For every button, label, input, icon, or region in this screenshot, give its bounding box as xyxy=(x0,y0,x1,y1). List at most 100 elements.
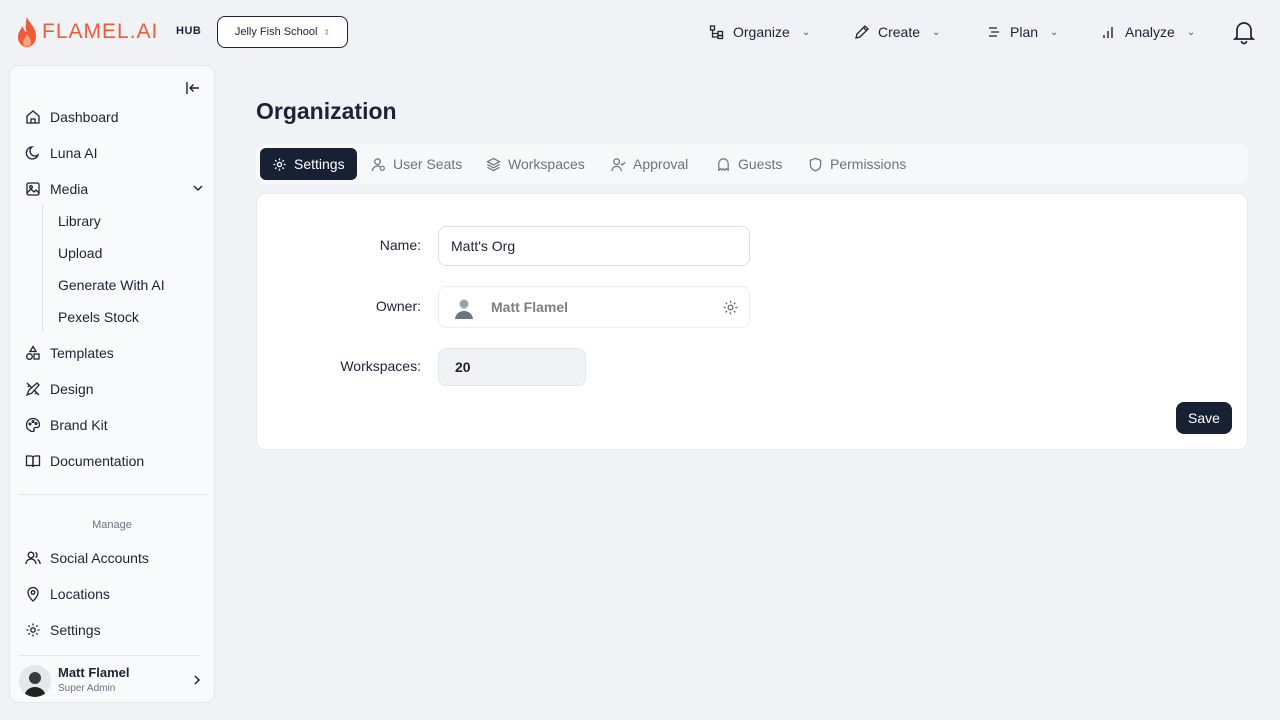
sidebar-item-label: Brand Kit xyxy=(50,417,108,433)
tab-approval[interactable]: Approval xyxy=(599,148,700,180)
save-button[interactable]: Save xyxy=(1176,402,1232,434)
sidebar-item-label: Dashboard xyxy=(50,109,119,125)
sidebar-item-locations[interactable]: Locations xyxy=(25,582,205,606)
page-title: Organization xyxy=(256,98,397,124)
name-label: Name: xyxy=(379,237,421,253)
user-profile[interactable]: Matt Flamel Super Admin xyxy=(19,664,205,698)
chevron-down-icon: ⌄ xyxy=(1050,26,1059,38)
sidebar-item-luna-ai[interactable]: Luna AI xyxy=(25,141,205,165)
sidebar-divider xyxy=(18,494,208,495)
shield-icon xyxy=(809,157,822,172)
tab-bar: Settings User Seats Workspaces Approval … xyxy=(256,144,1248,184)
avatar xyxy=(455,299,473,319)
workspaces-field: 20 xyxy=(438,348,586,386)
sidebar-item-design[interactable]: Design xyxy=(25,377,205,401)
ghost-icon xyxy=(718,157,729,171)
book-icon xyxy=(25,455,41,468)
topnav-analyze[interactable]: Analyze ⌄ xyxy=(1101,0,1195,64)
topnav-create-label: Create xyxy=(878,24,921,40)
tab-label: Permissions xyxy=(830,156,907,172)
tab-label: Guests xyxy=(738,156,783,172)
gear-icon xyxy=(26,623,40,637)
chevron-down-icon: ⌄ xyxy=(932,26,941,38)
sidebar-item-media[interactable]: Media xyxy=(25,177,205,201)
chevron-down-icon[interactable] xyxy=(191,181,205,195)
map-pin-icon xyxy=(27,586,39,602)
tab-workspaces[interactable]: Workspaces xyxy=(474,148,597,180)
sidebar-item-social-accounts[interactable]: Social Accounts xyxy=(25,546,205,570)
topnav-plan-label: Plan xyxy=(1010,24,1039,40)
tab-label: Approval xyxy=(633,156,689,172)
topnav-plan[interactable]: Plan ⌄ xyxy=(986,0,1058,64)
user-divider xyxy=(18,655,200,656)
tab-label: Workspaces xyxy=(508,156,585,172)
sidebar-item-label: Design xyxy=(50,381,94,397)
topnav-organize-label: Organize xyxy=(733,24,790,40)
logo-text: FLAMEL.AI xyxy=(42,20,159,43)
submenu-line xyxy=(42,204,43,332)
sidebar-item-settings[interactable]: Settings xyxy=(25,618,205,642)
settings-card: Name: Owner: Matt Flamel Workspaces: 20 … xyxy=(256,193,1248,450)
top-bar: FLAMEL.AI HUB Jelly Fish School ⇕ Organi… xyxy=(0,0,1280,64)
tab-guests[interactable]: Guests xyxy=(704,148,794,180)
owner-field[interactable]: Matt Flamel xyxy=(438,286,750,328)
sidebar-item-label: Media xyxy=(50,181,89,197)
tab-label: Settings xyxy=(294,156,345,172)
name-input[interactable] xyxy=(438,226,750,266)
topnav-create[interactable]: Create ⌄ xyxy=(854,0,940,64)
tab-permissions[interactable]: Permissions xyxy=(796,148,918,180)
users-icon xyxy=(25,551,41,565)
moon-icon xyxy=(25,146,40,160)
updown-icon: ⇕ xyxy=(323,27,331,37)
home-icon xyxy=(26,110,40,124)
palette-icon xyxy=(25,417,41,433)
sidebar-sub-upload[interactable]: Upload xyxy=(58,243,102,263)
workspaces-label: Workspaces: xyxy=(340,358,421,374)
user-check-icon xyxy=(611,157,626,171)
collapse-sidebar-icon[interactable] xyxy=(184,79,202,97)
user-name: Matt Flamel xyxy=(58,665,130,680)
sidebar: Dashboard Luna AI Media Library Upload G… xyxy=(9,65,215,703)
sidebar-item-templates[interactable]: Templates xyxy=(25,341,205,365)
sidebar-sub-generate-with-ai[interactable]: Generate With AI xyxy=(58,275,165,295)
chevron-down-icon: ⌄ xyxy=(1186,26,1196,38)
gear-icon xyxy=(273,157,286,171)
tab-settings[interactable]: Settings xyxy=(260,148,357,180)
design-icon xyxy=(25,382,40,397)
sidebar-item-label: Luna AI xyxy=(50,145,98,161)
layers-icon xyxy=(486,157,501,171)
sidebar-item-dashboard[interactable]: Dashboard xyxy=(25,105,205,129)
owner-label: Owner: xyxy=(375,298,421,314)
manage-heading: Manage xyxy=(92,519,132,531)
shapes-icon xyxy=(26,345,40,360)
chevron-down-icon: ⌄ xyxy=(801,26,811,38)
sidebar-item-label: Social Accounts xyxy=(50,550,149,566)
sidebar-item-label: Documentation xyxy=(50,453,145,469)
owner-name: Matt Flamel xyxy=(491,299,569,315)
tab-label: User Seats xyxy=(393,156,463,172)
pen-icon xyxy=(855,25,869,39)
logo[interactable]: FLAMEL.AI xyxy=(16,16,158,48)
flame-icon xyxy=(18,17,36,47)
chevron-right-icon xyxy=(194,675,201,685)
topnav-organize[interactable]: Organize ⌄ xyxy=(709,0,810,64)
bell-icon[interactable] xyxy=(1232,19,1256,45)
sidebar-item-brand-kit[interactable]: Brand Kit xyxy=(25,413,205,437)
plan-icon xyxy=(989,27,999,37)
organization-select-value: Jelly Fish School xyxy=(234,26,318,38)
user-icon xyxy=(371,157,385,171)
bar-chart-icon xyxy=(1103,27,1113,38)
sidebar-item-label: Locations xyxy=(50,586,110,602)
organize-icon xyxy=(709,25,724,40)
sidebar-item-documentation[interactable]: Documentation xyxy=(25,449,205,473)
sidebar-sub-pexels-stock[interactable]: Pexels Stock xyxy=(58,307,139,327)
gear-icon[interactable] xyxy=(722,299,739,316)
user-role: Super Admin xyxy=(58,683,116,694)
topnav-analyze-label: Analyze xyxy=(1125,24,1175,40)
sidebar-sub-library[interactable]: Library xyxy=(58,211,101,231)
image-icon xyxy=(26,182,40,196)
hub-label: HUB xyxy=(176,25,202,37)
tab-user-seats[interactable]: User Seats xyxy=(359,148,474,180)
sidebar-item-label: Templates xyxy=(50,345,114,361)
organization-select[interactable]: Jelly Fish School ⇕ xyxy=(217,16,348,48)
